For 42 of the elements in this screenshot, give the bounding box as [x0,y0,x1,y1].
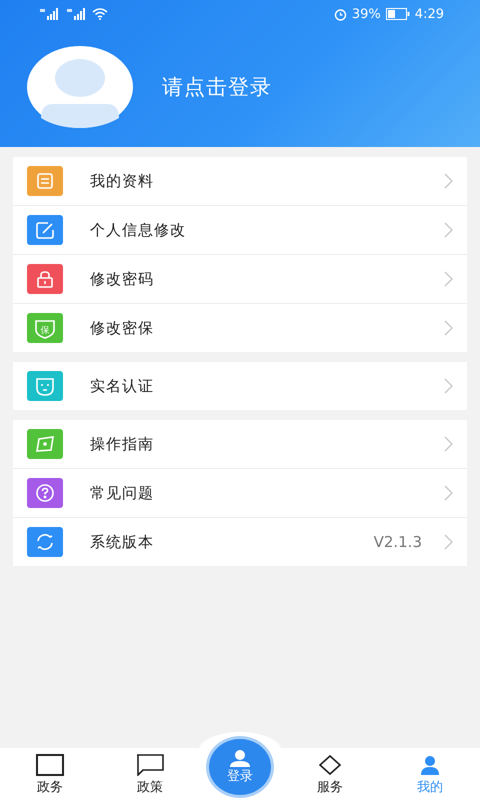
alarm-icon [334,8,347,20]
menu-label: 操作指南 [90,434,155,454]
shield-icon: 保 [27,313,63,343]
menu-row[interactable]: 我的资料 [13,157,467,205]
menu-label: 实名认证 [90,376,155,396]
menu-row[interactable]: 个人信息修改 [13,205,467,254]
chevron-right-icon [444,436,453,452]
menu-label: 我的资料 [90,172,155,190]
battery-percent: 39% [352,6,381,22]
version-text: V2.1.3 [374,533,422,551]
nav-tab[interactable]: 政务 [0,754,100,800]
chevron-right-icon [444,271,453,287]
signal-icon [65,8,87,20]
chevron-right-icon [444,173,453,189]
menu-row[interactable]: 常见问题 [13,468,467,517]
menu-label: 个人信息修改 [90,220,187,240]
chat-icon [136,754,164,776]
person-icon [228,749,252,767]
clock-time: 4:29 [414,6,444,22]
battery-icon [386,8,410,20]
avatar-icon[interactable] [27,46,133,128]
nav-tab[interactable]: 政策 [100,754,200,800]
chevron-right-icon [444,320,453,336]
chevron-right-icon [444,485,453,501]
menu-label: 修改密码 [90,270,155,288]
menu-row[interactable]: 修改密码 [13,254,467,303]
menu-row[interactable]: 保 修改密保 [13,303,467,352]
login-button[interactable]: 登录 [206,736,274,798]
menu-row[interactable]: 系统版本 V2.1.3 [13,517,467,566]
signal-icon [38,8,60,20]
diamond-icon [316,754,344,776]
menu-label: 修改密保 [90,318,155,338]
nav-tab[interactable]: 服务 [280,754,380,800]
chevron-right-icon [444,534,453,550]
menu-label: 常见问题 [90,484,155,502]
wifi-icon [92,8,108,20]
menu-label: 系统版本 [90,532,155,552]
chevron-right-icon [444,222,453,238]
chevron-right-icon [444,378,453,394]
menu-row[interactable]: 实名认证 [13,362,467,410]
square-icon [36,754,64,776]
menu-row[interactable]: 操作指南 [13,420,467,468]
